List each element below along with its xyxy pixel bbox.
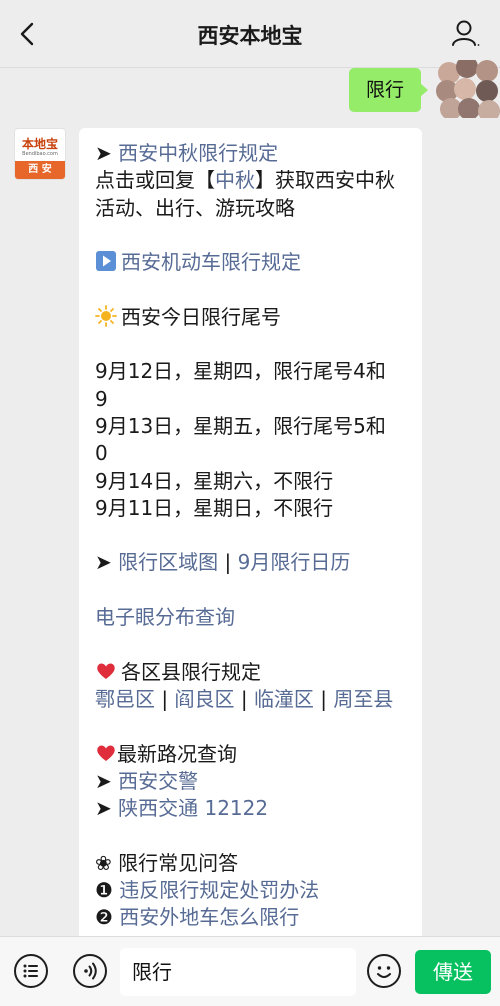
district-link[interactable]: 临潼区 bbox=[254, 687, 314, 711]
arrow-icon: ➤ bbox=[95, 768, 112, 793]
mid-autumn-link[interactable]: 西安中秋限行规定 bbox=[118, 141, 278, 165]
bot-message-bubble: ➤ 西安中秋限行规定 点击或回复【中秋】获取西安中秋 活动、出行、游玩攻略 西安… bbox=[79, 128, 422, 943]
schedule-line: 9月13日，星期五，限行尾号5和 bbox=[95, 413, 386, 438]
avatar-logo-text: 本地宝 bbox=[21, 137, 58, 151]
separator: | bbox=[224, 550, 232, 575]
cameras-link[interactable]: 电子眼分布查询 bbox=[95, 605, 235, 629]
mid-autumn-keyword-link[interactable]: 中秋 bbox=[215, 168, 255, 192]
my-message-text: 限行 bbox=[365, 79, 404, 101]
number-two-icon: ❷ bbox=[95, 905, 113, 930]
heart-icon bbox=[97, 663, 115, 679]
district-link[interactable]: 周至县 bbox=[333, 687, 393, 711]
arrow-icon: ➤ bbox=[95, 550, 112, 575]
separator: | bbox=[161, 686, 169, 711]
my-avatar[interactable] bbox=[436, 60, 500, 118]
district-link[interactable]: 阎良区 bbox=[174, 687, 234, 711]
input-bar: 限行 傳送 bbox=[0, 936, 500, 1006]
message-input[interactable]: 限行 bbox=[120, 948, 356, 996]
mid-autumn-desc-2: 】获取西安中秋 bbox=[255, 168, 395, 193]
menu-list-icon[interactable] bbox=[14, 954, 48, 988]
separator: | bbox=[320, 686, 328, 711]
flower-icon: ❀ bbox=[95, 850, 112, 875]
zone-map-link[interactable]: 限行区域图 bbox=[118, 550, 218, 574]
heart-icon bbox=[97, 745, 115, 761]
traffic-police-link[interactable]: 西安交警 bbox=[118, 769, 198, 793]
motor-rules-link[interactable]: 西安机动车限行规定 bbox=[121, 250, 301, 274]
schedule-line: 9月12日，星期四，限行尾号4和 bbox=[95, 359, 386, 384]
calendar-link[interactable]: 9月限行日历 bbox=[238, 550, 351, 574]
sun-icon bbox=[95, 304, 117, 327]
top-bar: 西安本地宝 bbox=[0, 0, 500, 68]
faq-link[interactable]: 西安外地车怎么限行 bbox=[119, 905, 299, 929]
send-button[interactable]: 傳送 bbox=[415, 950, 491, 994]
page-title: 西安本地宝 bbox=[197, 24, 303, 48]
mid-autumn-desc: 点击或回复【 bbox=[95, 168, 215, 193]
district-title: 各区县限行规定 bbox=[121, 659, 261, 684]
district-link[interactable]: 鄠邑区 bbox=[95, 687, 155, 711]
schedule-line: 9月11日，星期日，不限行 bbox=[95, 495, 334, 520]
schedule-line: 9月14日，星期六，不限行 bbox=[95, 468, 334, 493]
road-title: 最新路况查询 bbox=[117, 741, 237, 766]
person-icon[interactable] bbox=[450, 18, 482, 50]
schedule-line: 0 bbox=[95, 441, 108, 466]
shaanxi-traffic-link[interactable]: 陕西交通 12122 bbox=[118, 796, 268, 820]
emoji-icon[interactable] bbox=[367, 954, 401, 988]
avatar-city-text: 西 安 bbox=[15, 161, 65, 179]
arrow-icon: ➤ bbox=[95, 796, 112, 821]
separator: | bbox=[240, 686, 248, 711]
arrow-icon: ➤ bbox=[95, 141, 112, 165]
faq-title: 限行常见问答 bbox=[118, 850, 239, 875]
bendibao-avatar[interactable]: 本地宝 Bendibao.com 西 安 bbox=[14, 128, 66, 180]
play-button-icon bbox=[96, 251, 116, 272]
today-title: 西安今日限行尾号 bbox=[121, 304, 281, 329]
my-message-bubble[interactable]: 限行 bbox=[349, 68, 428, 112]
voice-icon[interactable] bbox=[73, 954, 107, 988]
avatar-url-text: Bendibao.com bbox=[22, 151, 58, 157]
faq-link[interactable]: 违反限行规定处罚办法 bbox=[119, 878, 319, 902]
number-one-icon: ❶ bbox=[95, 878, 113, 903]
mid-autumn-desc-3: 活动、出行、游玩攻略 bbox=[95, 195, 295, 220]
schedule-line: 9 bbox=[95, 386, 108, 411]
